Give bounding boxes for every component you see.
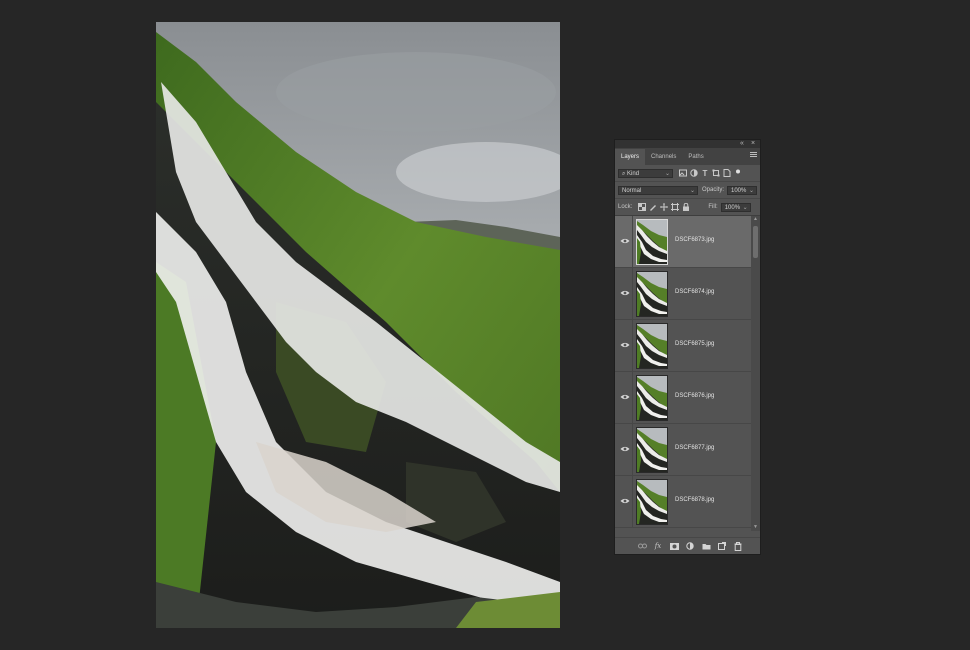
layers-scrollbar[interactable]: ▲ ▼ bbox=[751, 216, 760, 531]
lock-transparency-icon[interactable] bbox=[638, 203, 647, 211]
scroll-down-icon[interactable]: ▼ bbox=[752, 525, 759, 530]
layer-filter-row: ⌕ Kind ⌄ T bbox=[615, 165, 760, 182]
panel-menu-icon[interactable] bbox=[750, 152, 757, 158]
lock-artboard-icon[interactable] bbox=[671, 203, 680, 211]
trash-icon[interactable] bbox=[730, 540, 746, 552]
chevron-down-icon: ⌄ bbox=[689, 187, 695, 194]
visibility-eye-icon[interactable] bbox=[620, 288, 630, 298]
visibility-eye-icon[interactable] bbox=[620, 236, 630, 246]
layer-name[interactable]: DSCF6876.jpg bbox=[675, 393, 714, 399]
scrollbar-thumb[interactable] bbox=[753, 226, 758, 258]
layer-divider bbox=[632, 216, 633, 268]
filter-kind-select[interactable]: ⌕ Kind ⌄ bbox=[618, 168, 673, 178]
layer-divider bbox=[632, 268, 633, 320]
document-canvas[interactable] bbox=[156, 22, 560, 628]
layer-thumbnail bbox=[636, 323, 668, 369]
close-panel-icon[interactable]: × bbox=[751, 140, 755, 148]
layer-row[interactable]: DSCF6875.jpg bbox=[615, 320, 751, 372]
tab-paths[interactable]: Paths bbox=[682, 149, 709, 165]
layer-row[interactable]: DSCF6874.jpg bbox=[615, 268, 751, 320]
new-layer-icon[interactable] bbox=[714, 540, 730, 552]
group-folder-icon[interactable] bbox=[698, 540, 714, 552]
lock-pixels-icon[interactable] bbox=[649, 203, 657, 211]
filter-kind-label: Kind bbox=[627, 170, 640, 177]
link-layers-icon[interactable] bbox=[634, 540, 650, 552]
chevron-down-icon: ⌄ bbox=[742, 204, 748, 211]
visibility-eye-icon[interactable] bbox=[620, 392, 630, 402]
smart-object-filter-icon[interactable] bbox=[723, 169, 731, 177]
layers-footer: fx bbox=[615, 537, 760, 554]
search-icon: ⌕ bbox=[622, 170, 626, 177]
panel-title-bar[interactable]: « × bbox=[615, 140, 760, 148]
layer-thumbnail bbox=[636, 479, 668, 525]
opacity-label: Opacity: bbox=[701, 187, 724, 193]
layer-row[interactable]: DSCF6877.jpg bbox=[615, 424, 751, 476]
blend-mode-select[interactable]: Normal ⌄ bbox=[618, 185, 698, 195]
layer-thumbnail bbox=[636, 219, 668, 265]
layer-divider bbox=[632, 476, 633, 528]
waterfall-photo bbox=[156, 22, 560, 628]
layer-divider bbox=[632, 320, 633, 372]
chevron-down-icon: ⌄ bbox=[748, 187, 754, 194]
blend-row: Normal ⌄ Opacity: 100% ⌄ bbox=[615, 182, 760, 199]
tab-layers[interactable]: Layers bbox=[615, 149, 646, 165]
layer-thumbnail bbox=[636, 271, 668, 317]
opacity-input[interactable]: 100% ⌄ bbox=[727, 185, 757, 195]
layer-thumbnail bbox=[636, 427, 668, 473]
chevron-down-icon: ⌄ bbox=[664, 170, 670, 177]
type-filter-icon[interactable]: T bbox=[701, 169, 709, 178]
fill-label: Fill: bbox=[708, 204, 718, 210]
lock-label: Lock: bbox=[618, 204, 633, 210]
opacity-value: 100% bbox=[731, 187, 747, 194]
layer-name[interactable]: DSCF6878.jpg bbox=[675, 497, 714, 503]
visibility-eye-icon[interactable] bbox=[620, 496, 630, 506]
lock-position-icon[interactable] bbox=[660, 203, 669, 211]
layer-name[interactable]: DSCF6874.jpg bbox=[675, 289, 714, 295]
layer-thumbnail bbox=[636, 375, 668, 421]
layer-row[interactable]: DSCF6878.jpg bbox=[615, 476, 751, 528]
fill-input[interactable]: 100% ⌄ bbox=[720, 202, 751, 212]
layer-divider bbox=[632, 372, 633, 424]
tab-channels[interactable]: Channels bbox=[645, 149, 682, 165]
lock-row: Lock: Fill: 100% ⌄ bbox=[615, 199, 760, 216]
scroll-up-icon[interactable]: ▲ bbox=[752, 217, 759, 222]
lock-all-icon[interactable] bbox=[682, 203, 690, 211]
panel-tabs: Layers Channels Paths bbox=[615, 148, 760, 165]
layer-divider bbox=[632, 424, 633, 476]
visibility-eye-icon[interactable] bbox=[620, 444, 630, 454]
fill-value: 100% bbox=[724, 204, 741, 211]
layer-row[interactable]: DSCF6876.jpg bbox=[615, 372, 751, 424]
blend-mode-value: Normal bbox=[622, 187, 642, 194]
collapse-panel-icon[interactable]: « bbox=[740, 140, 744, 148]
pixel-filter-icon[interactable] bbox=[679, 169, 687, 177]
layer-row[interactable]: DSCF6873.jpg bbox=[615, 216, 751, 268]
adjustment-filter-icon[interactable] bbox=[690, 169, 698, 177]
layer-name[interactable]: DSCF6877.jpg bbox=[675, 445, 714, 451]
layer-name[interactable]: DSCF6873.jpg bbox=[675, 237, 714, 243]
mask-icon[interactable] bbox=[666, 540, 682, 552]
layer-name[interactable]: DSCF6875.jpg bbox=[675, 341, 714, 347]
shape-filter-icon[interactable] bbox=[712, 169, 720, 177]
adjustment-layer-icon[interactable] bbox=[682, 540, 698, 552]
visibility-eye-icon[interactable] bbox=[620, 340, 630, 350]
layers-list: DSCF6873.jpg DSCF6874.jpg DSCF6875.jpg D… bbox=[615, 216, 751, 531]
fx-icon[interactable]: fx bbox=[650, 540, 666, 552]
layers-panel: « × Layers Channels Paths ⌕ Kind ⌄ T Nor… bbox=[615, 140, 760, 554]
filter-toggle-icon[interactable] bbox=[734, 169, 742, 177]
